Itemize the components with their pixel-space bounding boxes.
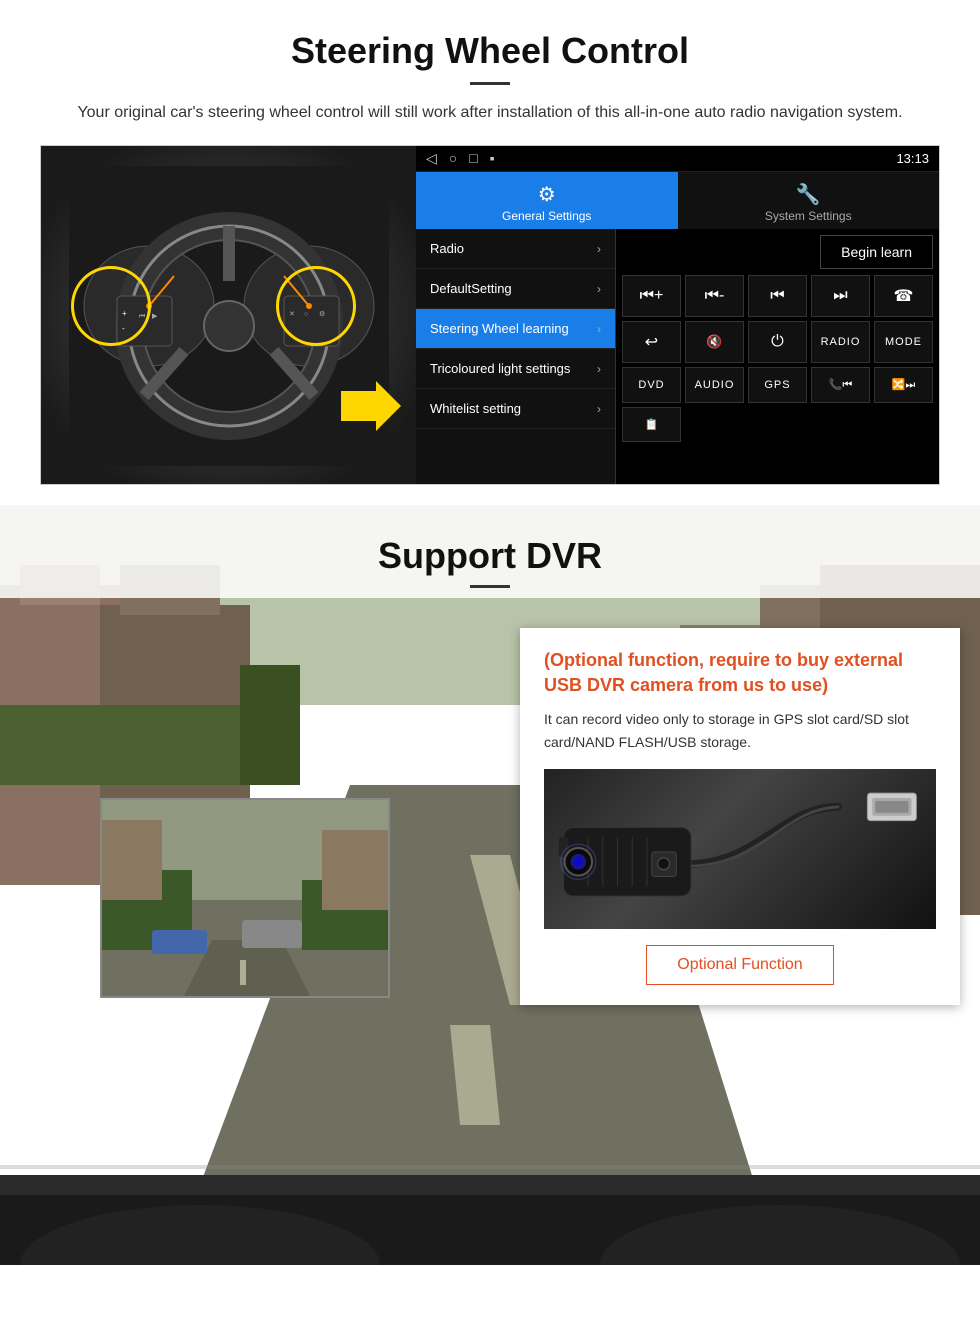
highlight-circle-right	[276, 266, 356, 346]
title-divider	[470, 82, 510, 85]
android-tabs: ⚙ General Settings 🔧 System Settings	[416, 172, 939, 229]
menu-radio-label: Radio	[430, 241, 464, 256]
btn-vol-plus[interactable]: ⏮+	[622, 275, 681, 317]
steering-wheel-section: Steering Wheel Control Your original car…	[0, 0, 980, 505]
btn-prev-track[interactable]: ⏮	[748, 275, 807, 317]
settings-gear-icon: ⚙	[422, 182, 672, 207]
settings-menu-list: Radio › DefaultSetting › Steering Wheel …	[416, 229, 616, 484]
dvr-scene-area: (Optional function, require to buy exter…	[0, 598, 980, 1098]
menu-item-whitelist[interactable]: Whitelist setting ›	[416, 389, 615, 429]
steering-content-area: + - ⏮ ▶ ✕ ○ ⚙	[40, 145, 940, 485]
menu-default-label: DefaultSetting	[430, 281, 512, 296]
dvr-info-desc: It can record video only to storage in G…	[544, 708, 936, 753]
dvr-content-wrapper: Support DVR	[0, 505, 980, 1098]
btn-dvd[interactable]: DVD	[622, 367, 681, 403]
dvr-camera-svg	[544, 772, 936, 927]
menu-icon[interactable]: ▪	[490, 150, 495, 167]
chevron-right-icon-2: ›	[597, 282, 601, 296]
menu-whitelist-label: Whitelist setting	[430, 401, 521, 416]
statusbar-time: 13:13	[896, 151, 929, 166]
chevron-right-icon-4: ›	[597, 362, 601, 376]
dvr-title-divider	[470, 585, 510, 588]
dvr-camera-illustration	[544, 769, 936, 929]
chevron-right-icon: ›	[597, 242, 601, 256]
optional-function-button[interactable]: Optional Function	[646, 945, 833, 985]
btn-back[interactable]: ↩	[622, 321, 681, 363]
dvr-title-bar: Support DVR	[0, 505, 980, 598]
steering-title: Steering Wheel Control	[40, 30, 940, 72]
dvr-title: Support DVR	[0, 535, 980, 577]
chevron-right-icon-3: ›	[597, 322, 601, 336]
back-icon[interactable]: ◁	[426, 150, 437, 167]
recents-icon[interactable]: □	[469, 150, 477, 167]
menu-steering-label: Steering Wheel learning	[430, 321, 569, 336]
menu-tricoloured-label: Tricoloured light settings	[430, 361, 570, 376]
system-icon: 🔧	[684, 182, 934, 207]
menu-item-radio[interactable]: Radio ›	[416, 229, 615, 269]
menu-item-steering-learning[interactable]: Steering Wheel learning ›	[416, 309, 615, 349]
begin-learn-row: Begin learn	[622, 235, 933, 269]
chevron-right-icon-5: ›	[597, 402, 601, 416]
menu-item-default[interactable]: DefaultSetting ›	[416, 269, 615, 309]
yellow-arrow-icon	[341, 381, 401, 431]
android-statusbar: ◁ ○ □ ▪ 13:13	[416, 146, 939, 172]
support-dvr-section: Support DVR	[0, 505, 980, 1265]
tab-general-label: General Settings	[502, 209, 591, 223]
control-buttons-grid: ⏮+ ⏮- ⏮ ⏭ ☎ ↩ 🔇 ⏻ RADIO MODE DVD AUDIO	[622, 275, 933, 442]
btn-radio[interactable]: RADIO	[811, 321, 870, 363]
android-ui-panel: ◁ ○ □ ▪ 13:13 ⚙ General Settings 🔧 Syste…	[416, 146, 939, 484]
tab-general-settings[interactable]: ⚙ General Settings	[416, 172, 678, 229]
btn-mute[interactable]: 🔇	[685, 321, 744, 363]
menu-item-tricoloured[interactable]: Tricoloured light settings ›	[416, 349, 615, 389]
dvr-info-title: (Optional function, require to buy exter…	[544, 648, 936, 698]
statusbar-nav-icons: ◁ ○ □ ▪	[426, 150, 495, 167]
steering-wheel-photo: + - ⏮ ▶ ✕ ○ ⚙	[41, 146, 416, 485]
steering-control-panel: Begin learn ⏮+ ⏮- ⏮ ⏭ ☎ ↩ 🔇 ⏻ RADIO	[616, 229, 939, 484]
btn-mode[interactable]: MODE	[874, 321, 933, 363]
begin-learn-button[interactable]: Begin learn	[820, 235, 933, 269]
btn-phone-prev[interactable]: 📞⏮	[811, 367, 870, 403]
home-icon[interactable]: ○	[449, 150, 457, 167]
btn-power[interactable]: ⏻	[748, 321, 807, 363]
btn-audio[interactable]: AUDIO	[685, 367, 744, 403]
btn-next-track[interactable]: ⏭	[811, 275, 870, 317]
btn-shuffle-next[interactable]: 🔀⏭	[874, 367, 933, 403]
highlight-circle-left	[71, 266, 151, 346]
btn-phone[interactable]: ☎	[874, 275, 933, 317]
btn-gps[interactable]: GPS	[748, 367, 807, 403]
dvr-inset-photo	[100, 798, 390, 998]
svg-text:▶: ▶	[152, 313, 158, 320]
steering-description: Your original car's steering wheel contr…	[60, 101, 920, 125]
btn-extra[interactable]: 📋	[622, 407, 681, 442]
tab-system-label: System Settings	[765, 209, 852, 223]
dvr-info-box: (Optional function, require to buy exter…	[520, 628, 960, 1005]
android-body: Radio › DefaultSetting › Steering Wheel …	[416, 229, 939, 484]
btn-vol-minus[interactable]: ⏮-	[685, 275, 744, 317]
tab-system-settings[interactable]: 🔧 System Settings	[678, 172, 940, 229]
